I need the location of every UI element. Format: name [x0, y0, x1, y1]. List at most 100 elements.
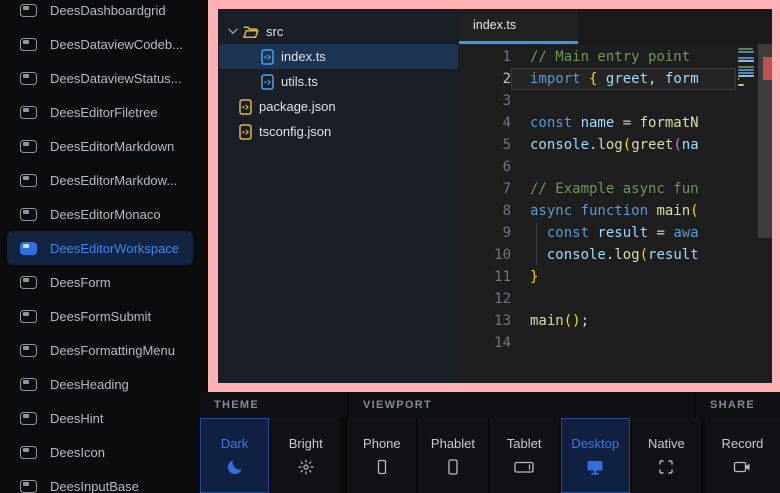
code-line[interactable]: 5console.log(greet(na	[459, 134, 772, 156]
line-number: 14	[459, 332, 511, 354]
code-token: ,	[648, 71, 665, 87]
chevron-down-icon[interactable]	[227, 28, 239, 35]
tree-file-index-ts[interactable]: index.ts	[219, 44, 458, 69]
code-token: name	[581, 115, 615, 131]
phablet-button[interactable]: Phablet	[418, 418, 487, 493]
phablet-icon	[444, 458, 462, 476]
code-line[interactable]: 6	[459, 156, 772, 178]
sidebar-item[interactable]: DeesEditorWorkspace	[7, 231, 193, 265]
code-token: =	[648, 225, 673, 241]
sun-icon	[297, 458, 315, 476]
sidebar-item-label: DeesEditorWorkspace	[50, 241, 179, 256]
record-button[interactable]: Record	[705, 418, 780, 493]
sidebar-item[interactable]: DeesDashboardgrid	[0, 0, 200, 27]
desktop-button[interactable]: Desktop	[561, 418, 630, 493]
phone-button[interactable]: Phone	[347, 418, 416, 493]
sidebar-item-label: DeesEditorMarkdow...	[50, 173, 177, 188]
sidebar-item[interactable]: DeesHeading	[0, 367, 200, 401]
app-window: DeesDashboardgrid DeesDataviewCodeb... Dee…	[0, 0, 780, 493]
sidebar-item-label: DeesEditorFiletree	[50, 105, 158, 120]
line-content	[511, 90, 736, 112]
toolbar-section-headers: THEMEVIEWPORTSHARE	[200, 392, 780, 418]
sidebar-item[interactable]: DeesDataviewStatus...	[0, 61, 200, 95]
code-token: main	[656, 203, 690, 219]
sidebar-item[interactable]: DeesIcon	[0, 435, 200, 469]
line-content: // Example async fun	[511, 178, 736, 200]
code-line[interactable]: 1// Main entry point	[459, 46, 772, 68]
section-title-text: THEME	[214, 399, 259, 411]
component-icon	[20, 480, 37, 493]
sidebar-item[interactable]: DeesEditorMarkdow...	[0, 163, 200, 197]
line-number: 8	[459, 200, 511, 222]
button-label: Phone	[363, 436, 401, 451]
component-icon	[20, 140, 37, 153]
line-content: }	[511, 266, 736, 288]
native-button[interactable]: Native	[632, 418, 701, 493]
native-fullscreen-icon	[657, 458, 675, 476]
tree-file-package-json[interactable]: package.json	[218, 94, 459, 119]
button-label: Phablet	[431, 436, 475, 451]
code-line[interactable]: 3	[459, 90, 772, 112]
sidebar-item[interactable]: DeesHint	[0, 401, 200, 435]
code-line[interactable]: 11}	[459, 266, 772, 288]
desktop-icon	[585, 458, 605, 476]
tree-item-label: utils.ts	[281, 74, 318, 89]
code-token: async	[530, 203, 581, 219]
code-line[interactable]: 8async function main(	[459, 200, 772, 222]
line-number: 4	[459, 112, 511, 134]
code-token	[597, 71, 605, 87]
line-content: async function main(	[511, 200, 736, 222]
component-icon	[20, 38, 37, 51]
line-number: 9	[459, 222, 511, 244]
code-line[interactable]: 12	[459, 288, 772, 310]
sidebar-item[interactable]: DeesInputBase	[0, 469, 200, 493]
file-tree-panel: srcindex.ts utils.ts package.json tsconfig.…	[218, 9, 459, 383]
line-content: console.log(result	[511, 244, 736, 266]
sidebar-item[interactable]: DeesFormattingMenu	[0, 333, 200, 367]
minimap-line	[738, 72, 754, 74]
dark-button[interactable]: Dark	[200, 418, 269, 493]
code-line[interactable]: 2import { greet, form	[459, 68, 772, 90]
sidebar-item[interactable]: DeesEditorFiletree	[0, 95, 200, 129]
tree-folder-src[interactable]: src	[218, 19, 459, 44]
editor-workspace-preview: srcindex.ts utils.ts package.json tsconfig.…	[218, 9, 772, 383]
sidebar-item-label: DeesDataviewCodeb...	[50, 37, 183, 52]
code-lines: 1// Main entry point2import { greet, for…	[459, 46, 772, 354]
code-token: log	[597, 137, 622, 153]
code-token: awa	[673, 225, 698, 241]
minimap[interactable]	[738, 47, 755, 90]
sidebar-item[interactable]: DeesEditorMarkdown	[0, 129, 200, 163]
line-number: 1	[459, 46, 511, 68]
code-token: (	[673, 137, 681, 153]
code-area[interactable]: 1// Main entry point2import { greet, for…	[459, 44, 772, 383]
tree-file-utils-ts[interactable]: utils.ts	[218, 69, 459, 94]
bright-button[interactable]: Bright	[271, 418, 340, 493]
sidebar-item[interactable]: DeesDataviewCodeb...	[0, 27, 200, 61]
line-content: import { greet, form	[511, 68, 736, 90]
code-line[interactable]: 14	[459, 332, 772, 354]
component-icon	[20, 208, 37, 221]
editor-tab-index-ts[interactable]: index.ts	[459, 9, 578, 44]
code-line[interactable]: 10 console.log(result	[459, 244, 772, 266]
sidebar-item-label: DeesFormSubmit	[50, 309, 151, 324]
sidebar-item[interactable]: DeesEditorMonaco	[0, 197, 200, 231]
code-token: main	[530, 313, 564, 329]
bottom-toolbar: THEMEVIEWPORTSHARE DarkBrightPhonePhable…	[200, 392, 780, 493]
code-token: import	[530, 71, 589, 87]
code-token: const	[530, 115, 581, 131]
button-label: Tablet	[507, 436, 542, 451]
toolbar-section-title-theme: THEME	[200, 392, 347, 418]
sidebar-item[interactable]: DeesFormSubmit	[0, 299, 200, 333]
toolbar-section-title-viewport: VIEWPORT	[349, 392, 694, 418]
code-line[interactable]: 13main();	[459, 310, 772, 332]
tablet-button[interactable]: Tablet	[490, 418, 559, 493]
code-token: (	[623, 137, 631, 153]
ts-file-icon	[261, 74, 274, 90]
tree-file-tsconfig-json[interactable]: tsconfig.json	[218, 119, 459, 144]
code-line[interactable]: 7// Example async fun	[459, 178, 772, 200]
tree-item-label: tsconfig.json	[259, 124, 331, 139]
sidebar-item[interactable]: DeesForm	[0, 265, 200, 299]
code-line[interactable]: 9 const result = awa	[459, 222, 772, 244]
code-line[interactable]: 4const name = formatN	[459, 112, 772, 134]
component-icon	[20, 242, 37, 255]
